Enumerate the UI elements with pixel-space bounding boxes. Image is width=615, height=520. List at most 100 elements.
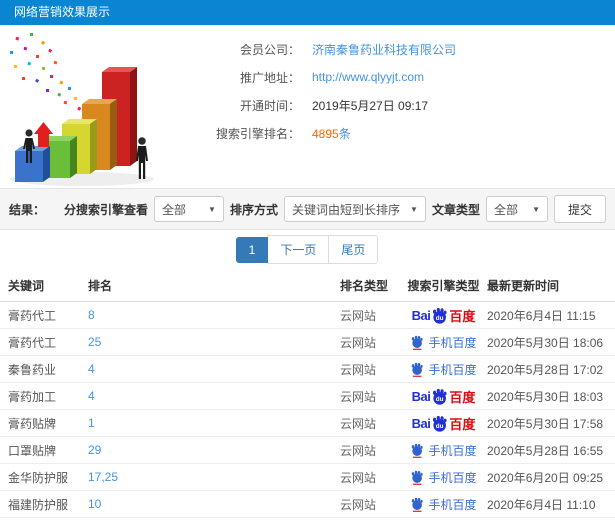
engine-view-select[interactable]: 全部 ▼ <box>153 196 224 222</box>
baidu-pc-logo: Bai du 百度 <box>411 387 476 406</box>
table-row: 口罩贴牌 29 云网站 Bai du 百度 <box>0 437 615 464</box>
page-button-current[interactable]: 1 <box>235 236 269 263</box>
sort-select[interactable]: 关键词由短到长排序 ▼ <box>283 196 426 222</box>
field-engine-rank-count: 搜索引擎排名： 4895条 <box>185 119 615 147</box>
mobile-baidu-label: 手机百度 <box>428 362 477 377</box>
engine-view-selected: 全部 <box>161 202 186 217</box>
svg-text:du: du <box>436 395 444 402</box>
baidu-mobile-logo: 手机百度 <box>410 334 477 351</box>
keyword-cell: 秦鲁药业 <box>8 362 57 377</box>
rank-type-cell: 云网站 <box>340 308 377 323</box>
info-fields: 会员公司： 济南秦鲁药业科技有限公司 推广地址： http://www.qlyy… <box>185 25 615 188</box>
svg-text:du: du <box>436 314 444 321</box>
confetti-dots <box>10 33 87 111</box>
engine-type-cell: Bai du 百度 <box>400 414 487 433</box>
keyword-cell: 口罩贴牌 <box>8 443 57 458</box>
rank-link[interactable]: 29 <box>88 443 101 457</box>
engine-type-cell: Bai du 百度 <box>400 334 487 351</box>
member-company-label: 会员公司： <box>239 42 300 57</box>
promo-url-label: 推广地址： <box>239 70 300 85</box>
baidu-mobile-logo: 手机百度 <box>410 469 477 486</box>
mobile-baidu-paw-icon <box>412 362 424 377</box>
header-rank-type: 排名类型 <box>340 278 389 293</box>
baidu-mobile-logo: 手机百度 <box>410 496 477 513</box>
rank-link[interactable]: 8 <box>88 308 95 322</box>
filter-controls: 分搜索引擎查看 全部 ▼ 排序方式 关键词由短到长排序 ▼ 文章类型 全部 ▼ … <box>64 195 606 223</box>
mobile-baidu-paw-icon <box>412 335 424 350</box>
table-row: 膏药代工 8 云网站 Bai du 百度 2020年6月4日 11:15 <box>0 302 615 329</box>
filter-bar: 结果： 分搜索引擎查看 全部 ▼ 排序方式 关键词由短到长排序 ▼ 文章类型 全… <box>0 188 615 230</box>
engine-type-cell: Bai du 百度 <box>400 361 487 378</box>
header-rank: 排名 <box>88 278 113 293</box>
title-bar: 网络营销效果展示 <box>0 0 615 25</box>
baidu-logo-cn-text: 百度 <box>449 308 476 324</box>
rank-type-cell: 云网站 <box>340 362 377 377</box>
bars <box>15 67 137 182</box>
open-time-label: 开通时间： <box>239 98 300 113</box>
promo-url-value[interactable]: http://www.qlyyjt.com <box>312 70 424 84</box>
engine-type-cell: Bai du 百度 <box>400 387 487 406</box>
rank-link[interactable]: 10 <box>88 497 101 511</box>
rank-link[interactable]: 17,25 <box>88 470 118 484</box>
rank-link[interactable]: 4 <box>88 389 95 403</box>
table-row: 秦鲁药业 4 云网站 Bai du 百度 <box>0 356 615 383</box>
submit-button[interactable]: 提交 <box>553 195 606 223</box>
table-body: 膏药代工 8 云网站 Bai du 百度 2020年6月4日 11:15 膏药代… <box>0 302 615 520</box>
header-engine-type: 搜索引擎类型 <box>407 278 480 293</box>
mobile-baidu-paw-icon <box>412 443 424 458</box>
rank-type-cell: 云网站 <box>340 497 377 512</box>
mobile-baidu-label: 手机百度 <box>428 443 477 458</box>
rank-type-cell: 云网站 <box>340 389 377 404</box>
baidu-logo-cn-text: 百度 <box>449 389 476 405</box>
next-page-button[interactable]: 下一页 <box>267 235 330 264</box>
table-row: 金华防护服 17,25 云网站 Bai du 百度 <box>0 464 615 491</box>
sort-label: 排序方式 <box>229 202 278 217</box>
baidu-paw-icon: du <box>433 307 447 324</box>
result-label: 结果： <box>9 202 46 217</box>
keyword-cell: 膏药代工 <box>8 308 57 323</box>
baidu-logo-bai-text: Bai <box>411 388 431 404</box>
engine-rank-count-label: 搜索引擎排名： <box>215 126 300 141</box>
marketing-report-page: 网络营销效果展示 会员公司： 济南秦鲁药业科技有限公司 推广地址： http:/… <box>0 0 615 520</box>
rank-link[interactable]: 25 <box>88 335 101 349</box>
mobile-baidu-paw-icon <box>412 470 424 485</box>
baidu-logo-bai-text: Bai <box>411 415 431 431</box>
updated-cell: 2020年5月30日 18:03 <box>487 389 604 404</box>
rank-type-cell: 云网站 <box>340 335 377 350</box>
table-row: 福建防护服 10 云网站 Bai du 百度 <box>0 491 615 518</box>
rank-link[interactable]: 1 <box>88 416 95 430</box>
mobile-baidu-label: 手机百度 <box>428 335 477 350</box>
baidu-logo-cn-text: 百度 <box>449 416 476 432</box>
updated-cell: 2020年6月20日 09:25 <box>487 470 604 485</box>
baidu-mobile-logo: 手机百度 <box>410 361 477 378</box>
mobile-baidu-label: 手机百度 <box>428 470 477 485</box>
member-company-value[interactable]: 济南秦鲁药业科技有限公司 <box>312 41 456 58</box>
rank-link[interactable]: 4 <box>88 362 95 376</box>
updated-cell: 2020年5月28日 16:55 <box>487 443 604 458</box>
mobile-baidu-paw-icon <box>412 497 424 512</box>
rank-count-unit[interactable]: 条 <box>339 127 351 141</box>
field-member-company: 会员公司： 济南秦鲁药业科技有限公司 <box>185 35 615 63</box>
rank-type-cell: 云网站 <box>340 443 377 458</box>
rank-count-number: 4895 <box>312 126 339 141</box>
baidu-logo-bai-text: Bai <box>411 307 431 323</box>
keyword-cell: 膏药代工 <box>8 335 57 350</box>
pagination: 1 下一页 尾页 <box>0 230 615 269</box>
updated-cell: 2020年6月4日 11:10 <box>487 497 596 512</box>
article-type-selected: 全部 <box>493 202 518 217</box>
field-promo-url: 推广地址： http://www.qlyyjt.com <box>185 63 615 91</box>
businessman-right <box>136 137 148 179</box>
chevron-down-icon: ▼ <box>208 204 216 214</box>
table-header-row: 关键词 排名 排名类型 搜索引擎类型 最新更新时间 <box>0 269 615 302</box>
rank-type-cell: 云网站 <box>340 416 377 431</box>
baidu-mobile-logo: 手机百度 <box>410 442 477 459</box>
bar-chart-growth-illustration <box>0 25 185 188</box>
article-type-select[interactable]: 全部 ▼ <box>485 196 548 222</box>
keyword-cell: 金华防护服 <box>8 470 69 485</box>
baidu-paw-icon: du <box>433 415 447 432</box>
table-row: 膏药代工 25 云网站 Bai du 百度 <box>0 329 615 356</box>
engine-type-cell: Bai du 百度 <box>400 469 487 486</box>
updated-cell: 2020年6月4日 11:15 <box>487 308 596 323</box>
keyword-cell: 膏药贴牌 <box>8 416 57 431</box>
last-page-button[interactable]: 尾页 <box>328 235 379 264</box>
